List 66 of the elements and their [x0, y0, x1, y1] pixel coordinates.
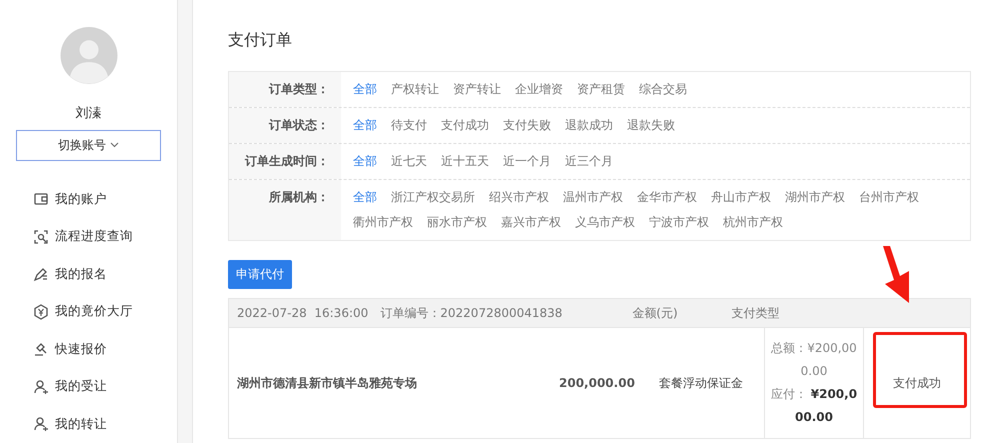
filter-option[interactable]: 全部: [353, 77, 377, 102]
filter-option[interactable]: 宁波市产权: [649, 210, 709, 235]
filter-option[interactable]: 退款成功: [565, 113, 613, 138]
filter-option[interactable]: 金华市产权: [637, 185, 697, 210]
order-number: 订单编号：2022072800041838: [380, 304, 564, 322]
scan-icon: [33, 228, 49, 245]
sidebar-item[interactable]: 我的竟价大厅: [55, 303, 133, 320]
filter-option[interactable]: 杭州市产权: [723, 210, 783, 235]
due-amount-text: 应付： ¥200,000.00: [770, 386, 858, 426]
pen-icon: [33, 266, 49, 282]
filter-option[interactable]: 台州市产权: [859, 185, 919, 210]
yen-icon: [33, 304, 49, 320]
total-amount-text: 总额：¥200,000.00: [770, 340, 858, 380]
sidebar-item[interactable]: 快速报价: [55, 340, 107, 358]
gavel-icon: [33, 341, 49, 358]
sidebar-item[interactable]: 我的账户: [55, 190, 107, 208]
sidebar-item[interactable]: 我的受让: [55, 378, 107, 396]
filter-option[interactable]: 资产租赁: [577, 77, 625, 102]
filter-option[interactable]: 退款失败: [627, 113, 675, 138]
filter-label: 订单类型：: [229, 72, 341, 107]
filter-option[interactable]: 衢州市产权: [353, 210, 413, 235]
filter-option[interactable]: 义乌市产权: [575, 210, 635, 235]
filter-option[interactable]: 舟山市产权: [711, 185, 771, 210]
avatar-silhouette: [58, 27, 118, 84]
sidebar-item[interactable]: 我的转让: [55, 416, 107, 433]
filter-option[interactable]: 全部: [353, 113, 377, 138]
user-name: 刘溱: [76, 104, 102, 122]
column-header: 支付类型: [731, 304, 780, 322]
order-datetime: 2022-07-28 16:36:00: [237, 306, 368, 320]
wallet-icon: [33, 191, 49, 208]
project-name: 湖州市德清县新市镇半岛雅苑专场: [237, 374, 417, 392]
status-cell: 支付成功: [893, 374, 941, 392]
filter-option[interactable]: 温州市产权: [563, 185, 623, 210]
filter-option[interactable]: 近三个月: [565, 149, 613, 174]
filter-option[interactable]: 待支付: [391, 113, 427, 138]
switch-account-button[interactable]: 切换账号: [16, 130, 161, 160]
filter-option[interactable]: 丽水市产权: [427, 210, 487, 235]
payment-type-cell: 套餐浮动保证金: [659, 374, 743, 392]
user-icon: [33, 416, 49, 432]
filter-option[interactable]: 支付成功: [441, 113, 489, 138]
filter-option[interactable]: 资产转让: [453, 77, 501, 102]
sidebar-item[interactable]: 我的报名: [55, 266, 107, 283]
filter-option[interactable]: 产权转让: [391, 77, 439, 102]
apply-payment-button[interactable]: 申请代付: [228, 260, 292, 289]
user-icon: [33, 378, 49, 395]
filter-label: 订单状态：: [229, 108, 341, 143]
filter-option[interactable]: 浙江产权交易所: [391, 185, 475, 210]
filter-label: 所属机构：: [229, 180, 341, 240]
filter-label: 订单生成时间：: [229, 144, 341, 179]
amount-cell: 200,000.00: [559, 376, 635, 390]
filter-option[interactable]: 近七天: [391, 149, 427, 174]
page-title: 支付订单: [228, 30, 293, 51]
sidebar-item[interactable]: 流程进度查询: [55, 228, 133, 246]
chevron-down-icon: [110, 142, 119, 148]
filter-option[interactable]: 支付失败: [503, 113, 551, 138]
filter-option[interactable]: 近一个月: [503, 149, 551, 174]
column-header: 金额(元): [632, 304, 679, 322]
filter-option[interactable]: 绍兴市产权: [489, 185, 549, 210]
filter-option[interactable]: 全部: [353, 149, 377, 174]
filter-option[interactable]: 全部: [353, 185, 377, 210]
filter-option[interactable]: 嘉兴市产权: [501, 210, 561, 235]
annotation-arrow: [880, 246, 910, 303]
filter-option[interactable]: 综合交易: [639, 77, 687, 102]
filter-option[interactable]: 湖州市产权: [785, 185, 845, 210]
filter-option[interactable]: 近十五天: [441, 149, 489, 174]
filter-option[interactable]: 企业增资: [515, 77, 563, 102]
